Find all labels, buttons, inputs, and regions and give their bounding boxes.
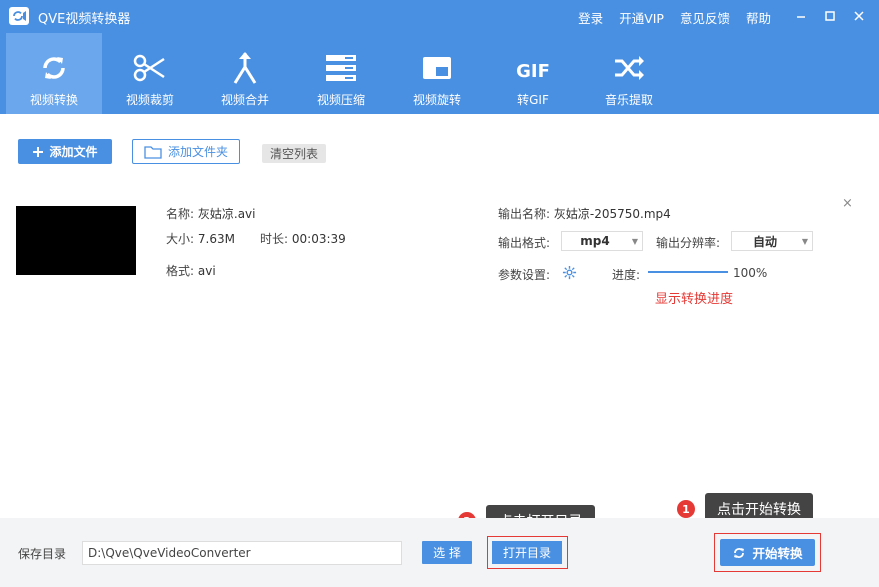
open-dir-button[interactable]: 打开目录	[492, 541, 562, 564]
params-label: 参数设置:	[498, 268, 551, 282]
output-name-row: 输出名称: 灰姑凉-205750.mp4	[498, 205, 671, 222]
tab-video-merge[interactable]: 视频合并	[197, 33, 293, 114]
file-duration-label: 时长:	[260, 232, 289, 246]
remove-file-icon[interactable]: ×	[842, 196, 853, 211]
tab-music-extract[interactable]: 音乐提取	[581, 33, 677, 114]
resolution-value: 自动	[752, 234, 777, 249]
add-file-button[interactable]: 添加文件	[18, 139, 112, 164]
tab-to-gif[interactable]: GIF 转GIF	[485, 33, 581, 114]
output-format-label: 输出格式:	[498, 236, 551, 250]
tab-label: 视频转换	[29, 93, 78, 107]
gif-icon: GIF	[516, 61, 550, 82]
tab-label: 音乐提取	[604, 93, 653, 107]
save-dir-label: 保存目录	[18, 547, 67, 561]
tab-video-convert[interactable]: 视频转换	[6, 33, 102, 114]
file-format-row: 格式: avi	[166, 262, 216, 279]
save-dir-input[interactable]	[82, 541, 402, 565]
file-format: avi	[197, 264, 216, 278]
login-link[interactable]: 登录	[578, 8, 603, 27]
progress-percent: 100%	[733, 266, 768, 280]
output-format-value: mp4	[580, 234, 610, 248]
toolbar: 视频转换 视频裁剪 视频合并 视频压缩 视频旋转 GIF 转GIF 音乐提取	[0, 33, 879, 114]
plus-icon	[33, 146, 44, 157]
chevron-down-icon: ▼	[801, 236, 809, 246]
file-name-label: 名称:	[166, 207, 195, 221]
vip-link[interactable]: 开通VIP	[619, 8, 664, 27]
close-icon[interactable]	[851, 8, 867, 24]
tab-label: 视频合并	[220, 93, 269, 107]
clear-list-button[interactable]: 清空列表	[262, 144, 326, 163]
title-links: 登录 开通VIP 意见反馈 帮助	[578, 8, 771, 27]
video-thumbnail	[16, 206, 136, 275]
file-duration-row: 时长: 00:03:39	[260, 230, 346, 247]
app-title: QVE视频转换器	[38, 12, 131, 27]
add-file-label: 添加文件	[49, 145, 98, 159]
progress-hint: 显示转换进度	[655, 292, 734, 307]
rotate-icon	[423, 57, 451, 79]
chevron-down-icon: ▼	[631, 236, 639, 246]
shuffle-icon	[615, 56, 644, 80]
tab-label: 转GIF	[517, 93, 549, 107]
file-duration: 00:03:39	[291, 232, 346, 246]
output-name-label: 输出名称:	[498, 207, 551, 221]
tab-video-rotate[interactable]: 视频旋转	[389, 33, 485, 114]
tab-label: 视频旋转	[412, 93, 461, 107]
start-convert-button[interactable]: 开始转换	[720, 539, 815, 566]
file-size-label: 大小:	[166, 232, 195, 246]
tab-label: 视频压缩	[316, 93, 365, 107]
tab-label: 视频裁剪	[125, 93, 174, 107]
start-convert-label: 开始转换	[752, 546, 803, 561]
app-logo-icon	[9, 7, 29, 25]
minimize-icon[interactable]	[793, 8, 809, 24]
file-size-row: 大小: 7.63M	[166, 230, 235, 247]
convert-icon	[43, 57, 65, 79]
resolution-select[interactable]: 自动 ▼	[731, 231, 813, 251]
title-bar: QVE视频转换器 登录 开通VIP 意见反馈 帮助	[0, 0, 879, 33]
output-format-select[interactable]: mp4 ▼	[561, 231, 643, 251]
maximize-icon[interactable]	[822, 8, 838, 24]
choose-dir-button[interactable]: 选 择	[422, 541, 472, 564]
resolution-label: 输出分辨率:	[656, 236, 721, 250]
convert-icon	[734, 547, 745, 558]
gear-icon[interactable]	[562, 265, 577, 280]
tab-video-cut[interactable]: 视频裁剪	[102, 33, 198, 114]
scissors-icon	[133, 54, 165, 82]
tab-video-compress[interactable]: 视频压缩	[293, 33, 389, 114]
compress-icon	[326, 55, 356, 81]
folder-icon	[144, 145, 162, 159]
progress-bar	[648, 271, 728, 273]
output-name: 灰姑凉-205750.mp4	[553, 207, 671, 221]
feedback-link[interactable]: 意见反馈	[680, 8, 730, 27]
step-badge-1: 1	[677, 500, 695, 518]
add-folder-label: 添加文件夹	[167, 145, 228, 159]
progress-label: 进度:	[612, 268, 641, 282]
merge-icon	[233, 52, 257, 84]
file-size: 7.63M	[197, 232, 235, 246]
file-format-label: 格式:	[166, 264, 195, 278]
file-name: 灰姑凉.avi	[197, 207, 256, 221]
help-link[interactable]: 帮助	[746, 8, 771, 27]
add-folder-button[interactable]: 添加文件夹	[132, 139, 240, 164]
svg-text:GIF: GIF	[516, 61, 550, 82]
file-name-row: 名称: 灰姑凉.avi	[166, 205, 255, 222]
